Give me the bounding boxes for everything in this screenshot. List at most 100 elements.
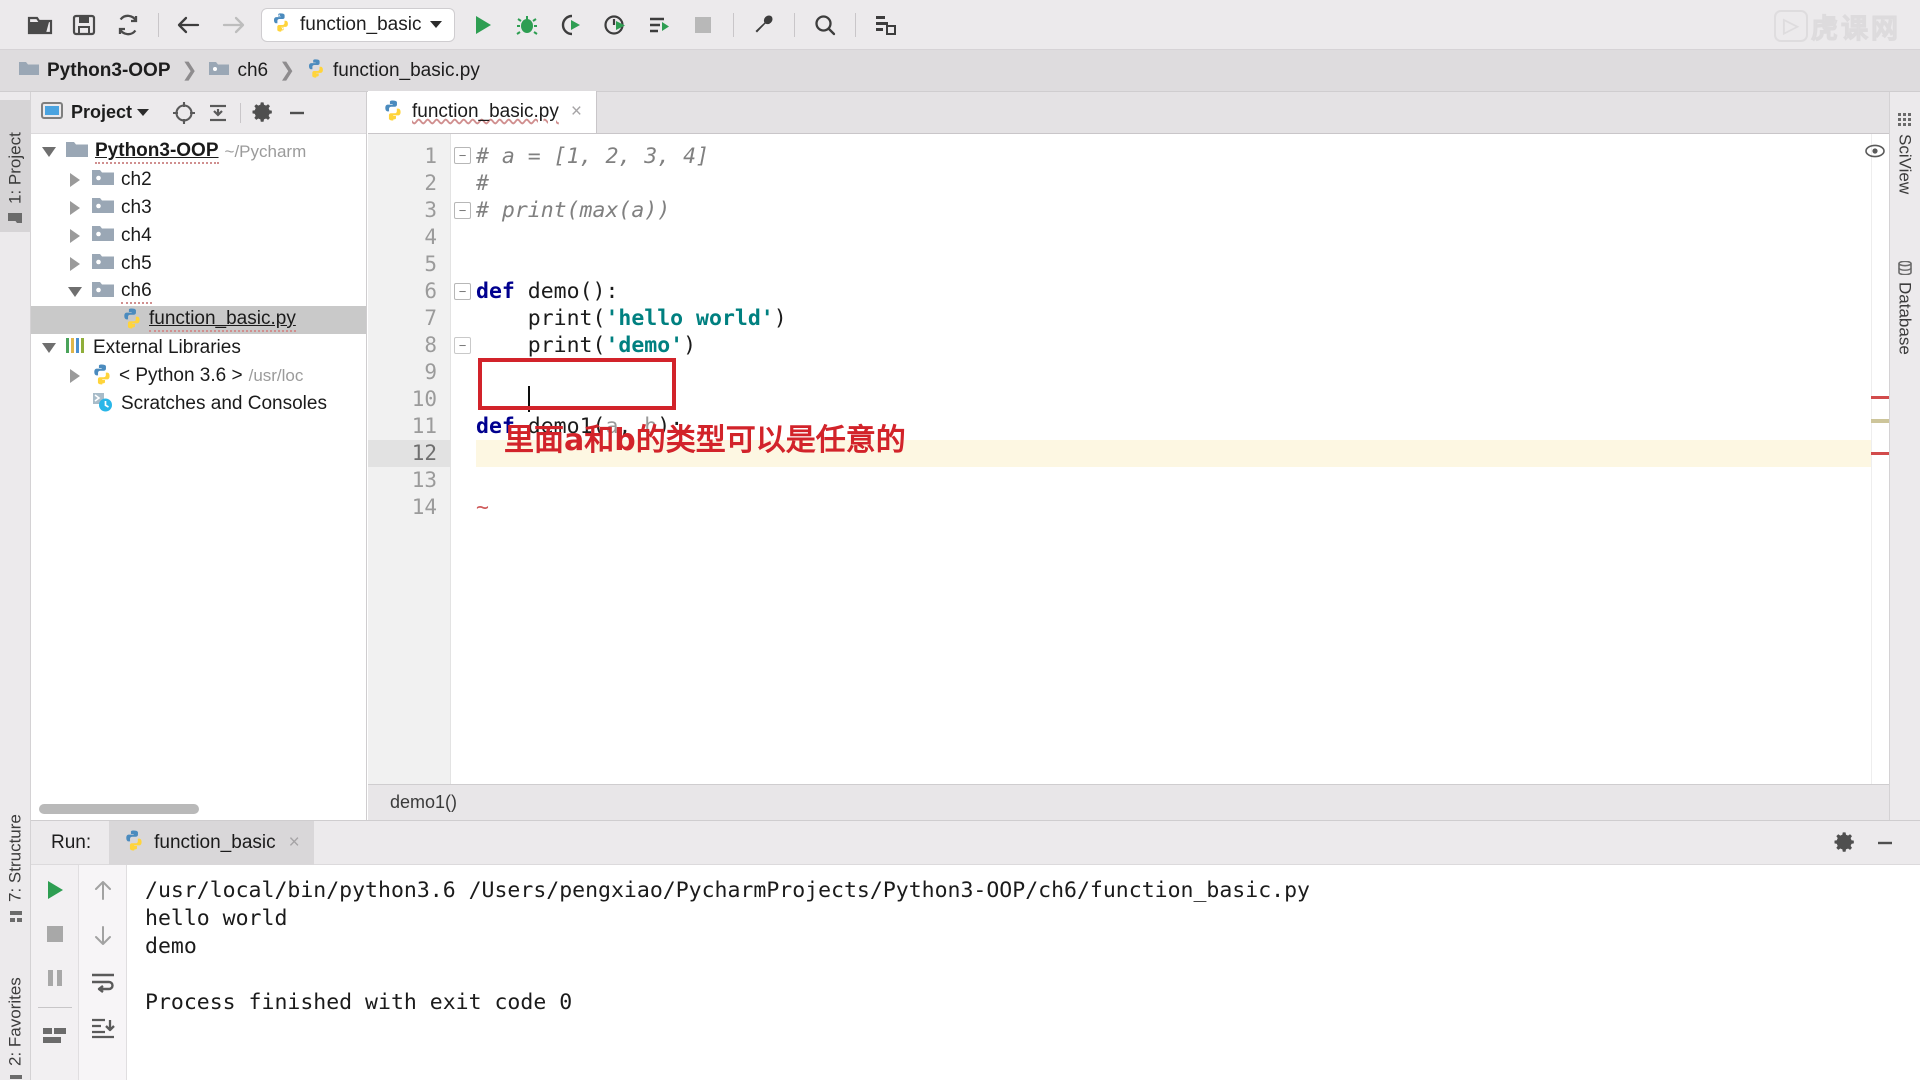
locate-target-icon[interactable] bbox=[169, 98, 199, 128]
sidebar-item-favorites[interactable]: 2: Favorites bbox=[0, 942, 31, 1080]
down-arrow-icon[interactable] bbox=[86, 921, 120, 951]
minimize-icon[interactable] bbox=[282, 98, 312, 128]
tree-row-ch3[interactable]: ch3 bbox=[31, 194, 366, 222]
preview-eye-icon[interactable] bbox=[1865, 144, 1885, 163]
toolbar-divider-3 bbox=[794, 12, 796, 37]
run-panel: Run: function_basic × /usr/local/bin/pyt… bbox=[31, 820, 1920, 1080]
minimize-icon[interactable] bbox=[1868, 828, 1902, 858]
run-with-console-icon[interactable] bbox=[637, 5, 681, 45]
project-horizontal-scrollbar[interactable] bbox=[39, 804, 199, 814]
chevron-down-icon[interactable] bbox=[430, 21, 443, 28]
chevron-right-icon[interactable] bbox=[65, 226, 85, 246]
run-icon[interactable] bbox=[461, 5, 505, 45]
run-tab-function-basic[interactable]: function_basic × bbox=[109, 820, 314, 865]
tree-row-python3-oop[interactable]: Python3-OOP ~/Pycharm bbox=[31, 138, 366, 166]
editor-tab-label: function_basic.py bbox=[412, 101, 559, 122]
save-all-icon[interactable] bbox=[62, 5, 106, 45]
stop-square-icon[interactable] bbox=[38, 919, 72, 949]
stop-icon[interactable] bbox=[681, 5, 725, 45]
code-token-string: 'hello world' bbox=[605, 306, 774, 331]
close-icon[interactable]: × bbox=[289, 832, 300, 854]
line-number: 2 bbox=[424, 171, 437, 195]
tree-row-ch6[interactable]: ch6 bbox=[31, 278, 366, 306]
debug-bug-icon[interactable] bbox=[505, 5, 549, 45]
tree-row-ch4[interactable]: ch4 bbox=[31, 222, 366, 250]
up-arrow-icon[interactable] bbox=[86, 875, 120, 905]
soft-wrap-icon[interactable] bbox=[86, 967, 120, 997]
chevron-right-icon[interactable] bbox=[65, 254, 85, 274]
tree-row-function-basic[interactable]: function_basic.py bbox=[31, 306, 366, 334]
breadcrumb-separator-0: ❯ bbox=[181, 60, 198, 81]
wrench-settings-icon[interactable] bbox=[742, 5, 786, 45]
scroll-to-end-icon[interactable] bbox=[86, 1013, 120, 1043]
collapse-all-icon[interactable] bbox=[203, 98, 233, 128]
sidebar-item-project[interactable]: 1: Project bbox=[0, 100, 31, 232]
folder-pkg-icon bbox=[91, 252, 115, 276]
gear-icon[interactable] bbox=[248, 98, 278, 128]
gear-icon[interactable] bbox=[1828, 828, 1862, 858]
rerun-run-icon[interactable] bbox=[38, 875, 72, 905]
back-arrow-icon[interactable] bbox=[167, 5, 211, 45]
project-view-icon bbox=[41, 101, 63, 125]
tree-label-scratches: Scratches and Consoles bbox=[121, 393, 327, 414]
sync-refresh-icon[interactable] bbox=[106, 5, 150, 45]
run-panel-header: Run: function_basic × bbox=[31, 820, 1920, 865]
print-icon[interactable] bbox=[38, 1022, 72, 1052]
breadcrumb-item-project[interactable]: Python3-OOP bbox=[18, 59, 171, 82]
fold-marker-line1[interactable]: − bbox=[454, 147, 471, 164]
tree-row-external-libraries[interactable]: External Libraries bbox=[31, 334, 366, 362]
sidebar-item-structure[interactable]: 7: Structure bbox=[0, 780, 31, 930]
editor-marker-bar[interactable] bbox=[1865, 134, 1889, 784]
forward-arrow-icon[interactable] bbox=[211, 5, 255, 45]
code-token-keyword: def bbox=[476, 279, 515, 304]
chevron-right-icon[interactable] bbox=[65, 198, 85, 218]
chevron-right-icon[interactable] bbox=[65, 170, 85, 190]
run-console-output[interactable]: /usr/local/bin/python3.6 /Users/pengxiao… bbox=[127, 865, 1920, 1080]
sidebar-item-database[interactable]: Database bbox=[1889, 254, 1920, 406]
code-line-11: def demo1(a, b): bbox=[476, 413, 1871, 440]
profile-icon[interactable] bbox=[593, 5, 637, 45]
tab-function-basic-py[interactable]: function_basic.py × bbox=[368, 91, 597, 133]
run-coverage-icon[interactable] bbox=[549, 5, 593, 45]
code-line-14: ~ bbox=[476, 494, 1871, 521]
code-text[interactable]: # a = [1, 2, 3, 4] # # print(max(a)) def… bbox=[476, 134, 1871, 784]
chevron-down-icon[interactable] bbox=[39, 142, 59, 162]
tree-row-ch5[interactable]: ch5 bbox=[31, 250, 366, 278]
breadcrumb-separator-1: ❯ bbox=[279, 60, 295, 81]
close-icon[interactable]: × bbox=[571, 101, 582, 123]
folder-pkg-icon bbox=[91, 224, 115, 248]
chevron-down-icon[interactable] bbox=[137, 109, 150, 116]
toolbar-divider-4 bbox=[855, 12, 857, 37]
tree-row-ch2[interactable]: ch2 bbox=[31, 166, 366, 194]
fold-marker-line8[interactable]: − bbox=[454, 337, 471, 354]
chevron-down-icon[interactable] bbox=[65, 282, 85, 302]
breadcrumb-label-1: ch6 bbox=[237, 59, 269, 81]
console-line-4: Process finished with exit code 0 bbox=[145, 990, 573, 1015]
editor-area: function_basic.py × 1 2 3 4 5 6 7 8 9 10… bbox=[368, 91, 1889, 820]
right-rail-label-database: Database bbox=[1895, 282, 1915, 355]
watermark-char-1: 虎 bbox=[1811, 13, 1839, 45]
fold-marker-line3[interactable]: − bbox=[454, 202, 471, 219]
open-folder-icon[interactable] bbox=[18, 5, 62, 45]
search-icon[interactable] bbox=[803, 5, 847, 45]
chevron-down-icon[interactable] bbox=[39, 338, 59, 358]
tree-label-ch3: ch3 bbox=[121, 197, 152, 218]
sidebar-item-sciview[interactable]: SciView bbox=[1889, 106, 1920, 234]
run-configuration-selector[interactable]: function_basic bbox=[261, 7, 456, 42]
console-line-1: hello world bbox=[145, 906, 288, 931]
python-file-icon bbox=[306, 58, 326, 83]
marker-warning-2[interactable] bbox=[1871, 452, 1889, 455]
tree-row-python36[interactable]: < Python 3.6 > /usr/loc bbox=[31, 362, 366, 390]
marker-warning-1[interactable] bbox=[1871, 396, 1889, 399]
tree-row-scratches[interactable]: Scratches and Consoles bbox=[31, 390, 366, 418]
breadcrumb-item-ch6[interactable]: ch6 bbox=[208, 59, 268, 82]
structure-diff-icon[interactable] bbox=[864, 5, 908, 45]
pause-icon[interactable] bbox=[38, 963, 72, 993]
fold-marker-line6[interactable]: − bbox=[454, 283, 471, 300]
code-token-plain: demo(): bbox=[514, 279, 619, 304]
chevron-right-icon[interactable] bbox=[65, 366, 85, 386]
breadcrumb-item-file[interactable]: function_basic.py bbox=[306, 58, 480, 83]
marker-current-line[interactable] bbox=[1871, 419, 1889, 423]
